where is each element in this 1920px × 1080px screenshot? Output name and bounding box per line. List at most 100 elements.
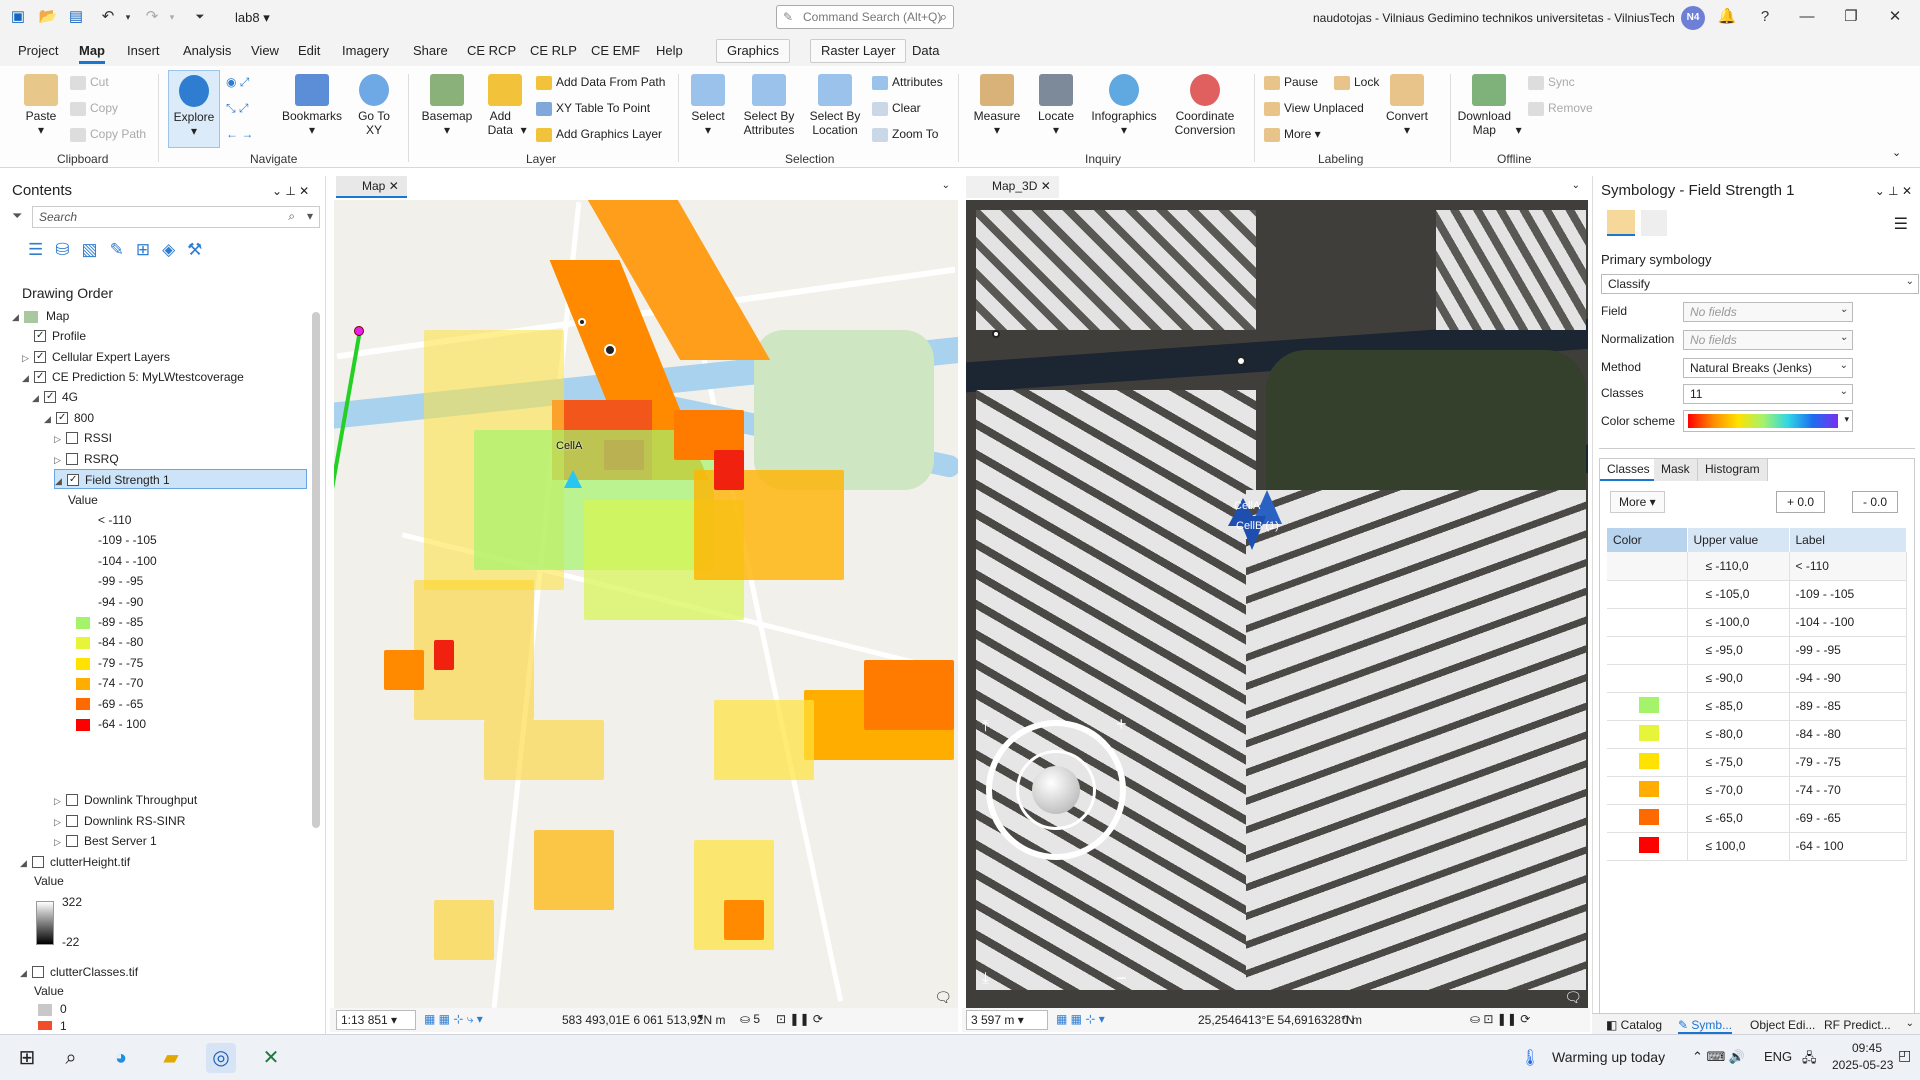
splitter[interactable] <box>1599 448 1915 452</box>
upper-value-cell[interactable]: ≤ -75,0 <box>1687 748 1790 777</box>
expand-arrow-icon[interactable]: ▷ <box>54 450 66 470</box>
tree-item-prediction[interactable]: ◢ CE Prediction 5: MyLWtestcoverage <box>22 367 244 387</box>
class-color-swatch[interactable] <box>1639 752 1659 769</box>
clear-button[interactable]: Clear <box>872 101 921 116</box>
grid-icons[interactable]: ▦ ▦ ⊹ ⤷ ▾ <box>424 1012 483 1027</box>
grid-icons[interactable]: ▦ ▦ ⊹ ▾ <box>1056 1012 1105 1026</box>
add-data-button[interactable]: Add Data ▾ <box>480 74 530 137</box>
weather-text[interactable]: Warming up today <box>1552 1049 1665 1065</box>
site-marker[interactable] <box>1236 356 1246 366</box>
redo-icon[interactable]: ↷ <box>142 8 162 26</box>
input-language[interactable]: ENG <box>1764 1049 1792 1064</box>
view-unplaced-button[interactable]: View Unplaced <box>1264 101 1364 116</box>
pane-options-icon[interactable]: ⌄ ⊥ ✕ <box>272 184 309 198</box>
checkbox[interactable] <box>34 370 46 383</box>
checkbox[interactable] <box>44 390 56 403</box>
class-color-swatch[interactable] <box>1639 724 1659 741</box>
table-row[interactable]: ≤ -80,0 -84 - -80 <box>1607 720 1907 749</box>
selection-icon[interactable]: ▧ <box>82 240 110 259</box>
pane-options-icon[interactable]: ⌄ ⊥ ✕ <box>1875 184 1912 198</box>
close-button[interactable]: ✕ <box>1882 6 1908 28</box>
label-cell[interactable]: -109 - -105 <box>1789 580 1907 609</box>
tab-raster-layer[interactable]: Raster Layer <box>810 39 907 63</box>
windows-start-icon[interactable]: ⊞ <box>12 1043 42 1073</box>
class-color-swatch[interactable] <box>1639 780 1659 797</box>
expand-arrow-icon[interactable]: ▷ <box>54 812 66 832</box>
checkbox[interactable] <box>32 965 44 978</box>
copy-button[interactable]: Copy <box>70 101 118 116</box>
tab-ce-rcp[interactable]: CE RCP <box>467 41 516 61</box>
label-cell[interactable]: -89 - -85 <box>1789 692 1907 721</box>
site-marker[interactable] <box>578 318 586 326</box>
command-search-input[interactable]: ✎ Command Search (Alt+Q) ⌕ <box>776 5 954 29</box>
tab-classes[interactable]: Classes <box>1600 459 1658 481</box>
redo-dropdown-icon[interactable]: ▾ <box>162 8 182 26</box>
method-select[interactable]: Natural Breaks (Jenks) ⌄ <box>1683 358 1853 378</box>
distance-select[interactable]: 3 597 m ▾ <box>966 1010 1048 1030</box>
tab-project[interactable]: Project <box>18 41 58 61</box>
tab-data[interactable]: Data <box>912 41 939 61</box>
color-cell[interactable] <box>1607 720 1688 749</box>
checkbox[interactable] <box>66 834 78 847</box>
collapse-arrow-icon[interactable]: ◢ <box>32 388 44 408</box>
color-cell[interactable] <box>1607 608 1688 637</box>
tab-analysis[interactable]: Analysis <box>183 41 231 61</box>
table-row[interactable]: ≤ 100,0 -64 - 100 <box>1607 832 1907 861</box>
class-color-swatch[interactable] <box>1639 556 1659 572</box>
site-marker[interactable] <box>992 330 1000 338</box>
checkbox[interactable] <box>67 473 79 486</box>
xy-table-to-point-button[interactable]: XY Table To Point <box>536 101 650 116</box>
coordinate-conversion-button[interactable]: Coordinate Conversion <box>1166 74 1244 137</box>
pause-labeling-button[interactable]: Pause <box>1264 75 1318 90</box>
drawing-order-icon[interactable]: ☰ <box>28 240 55 259</box>
label-cell[interactable]: -104 - -100 <box>1789 608 1907 637</box>
checkbox[interactable] <box>32 855 44 868</box>
explore-button[interactable]: Explore ▾ <box>168 70 220 148</box>
label-cell[interactable]: -99 - -95 <box>1789 636 1907 665</box>
profile-point[interactable] <box>354 326 364 336</box>
label-cell[interactable]: -84 - -80 <box>1789 720 1907 749</box>
file-explorer-icon[interactable]: ▰ <box>156 1043 186 1073</box>
tree-item-clutter-height[interactable]: ◢ clutterHeight.tif <box>20 852 130 872</box>
checkbox[interactable] <box>56 411 68 424</box>
upper-column-header[interactable]: Upper value <box>1687 528 1790 552</box>
more-labeling-button[interactable]: More ▾ <box>1264 127 1321 142</box>
tab-share[interactable]: Share <box>413 41 448 61</box>
color-cell[interactable] <box>1607 832 1688 861</box>
save-icon[interactable]: ▤ <box>66 8 86 26</box>
label-cell[interactable]: -69 - -65 <box>1789 804 1907 833</box>
notes-icon[interactable]: 🗨 <box>934 989 952 1006</box>
class-color-swatch[interactable] <box>1639 669 1659 685</box>
table-row[interactable]: ≤ -70,0 -74 - -70 <box>1607 776 1907 805</box>
zoom-in-icon[interactable]: + <box>1116 714 1127 735</box>
field-select[interactable]: No fields ⌄ <box>1683 302 1853 322</box>
labeling-icon[interactable]: ◈ <box>162 240 187 259</box>
notifications-icon[interactable]: ◰ <box>1898 1047 1911 1064</box>
expand-arrow-icon[interactable]: ▷ <box>22 348 34 368</box>
tab-rf-predict[interactable]: RF Predict... <box>1824 1018 1891 1032</box>
more-button[interactable]: More ▾ <box>1610 491 1665 513</box>
select-by-attributes-button[interactable]: Select By Attributes <box>738 74 800 137</box>
add-graphics-layer-button[interactable]: Add Graphics Layer <box>536 127 662 142</box>
color-scheme-select[interactable]: ▾ <box>1683 410 1853 432</box>
label-cell[interactable]: -94 - -90 <box>1789 664 1907 693</box>
tray-icons[interactable]: ⌃ ⌨ 🔊 <box>1692 1049 1745 1065</box>
chevron-down-icon[interactable]: ⌄ <box>942 180 950 191</box>
upper-value-cell[interactable]: ≤ -70,0 <box>1687 776 1790 805</box>
add-value-button[interactable]: + 0.0 <box>1776 491 1826 513</box>
chevron-down-icon[interactable]: ⌄ <box>1906 1018 1914 1029</box>
table-row[interactable]: ≤ -95,0 -99 - -95 <box>1607 636 1907 665</box>
label-cell[interactable]: -64 - 100 <box>1789 832 1907 861</box>
tab-histogram[interactable]: Histogram <box>1698 459 1768 481</box>
avatar[interactable]: N4 <box>1681 6 1705 30</box>
locate-button[interactable]: Locate ▾ <box>1032 74 1080 137</box>
upper-value-cell[interactable]: ≤ -85,0 <box>1687 692 1790 721</box>
classes-select[interactable]: 11 ⌄ <box>1683 384 1853 404</box>
tab-symbology[interactable]: ✎ Symb... <box>1678 1018 1733 1034</box>
upper-value-cell[interactable]: ≤ -90,0 <box>1687 664 1790 693</box>
color-cell[interactable] <box>1607 748 1688 777</box>
edge-browser-icon[interactable]: ◕ <box>106 1043 136 1073</box>
back-forward-icon[interactable]: ← → <box>226 127 253 141</box>
table-row[interactable]: ≤ -105,0 -109 - -105 <box>1607 580 1907 609</box>
color-cell[interactable] <box>1607 776 1688 805</box>
